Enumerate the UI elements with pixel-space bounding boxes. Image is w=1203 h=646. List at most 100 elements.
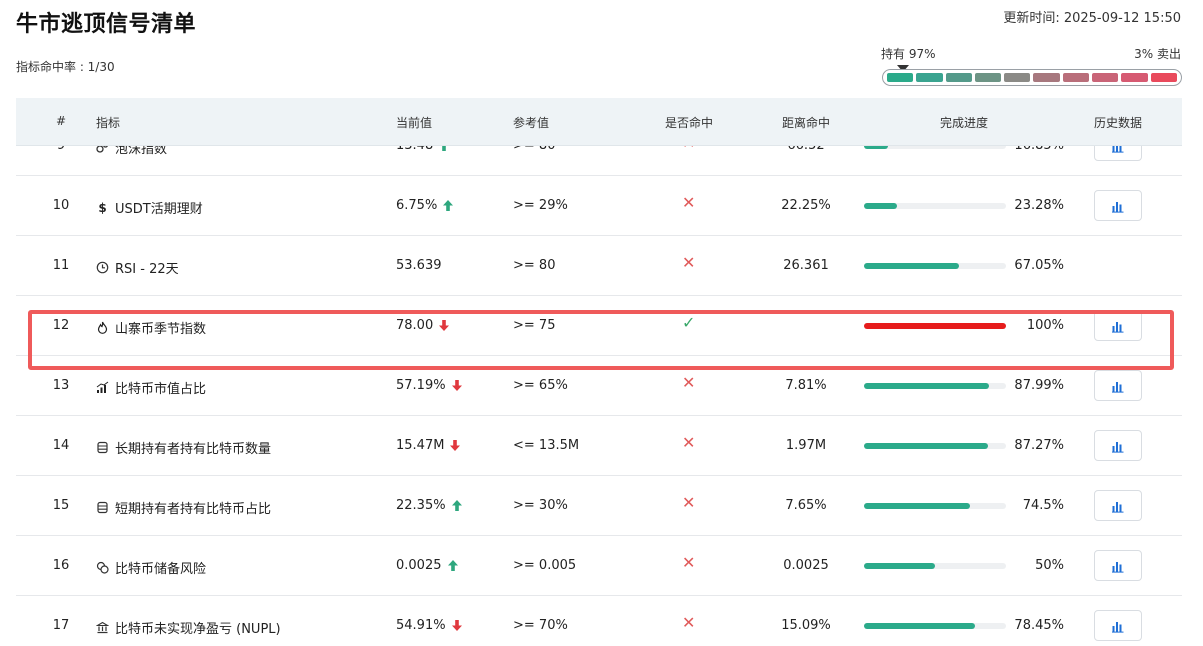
header-num: # [56, 114, 67, 128]
bank-icon [96, 621, 109, 634]
history-chart-button[interactable] [1094, 550, 1142, 581]
gauge-segment [1150, 73, 1177, 82]
history-chart-button[interactable] [1094, 490, 1142, 521]
cross-icon: ✕ [682, 433, 696, 452]
reference-value: >= 70% [513, 618, 568, 633]
progress-fill [864, 263, 960, 269]
indicator-cell: 比特币储备风险 [96, 558, 206, 577]
database-icon [96, 501, 109, 514]
cross-icon: ✕ [682, 493, 696, 512]
hit-rate: 指标命中率 : 1/30 [16, 60, 115, 74]
indicator-cell: 长期持有者持有比特币数量 [96, 438, 271, 457]
progress-percent: 87.99% [1014, 378, 1064, 393]
indicator-cell: 山寨币季节指数 [96, 318, 206, 337]
check-icon: ✓ [682, 313, 696, 332]
indicator-name: 比特币未实现净盈亏 (NUPL) [115, 622, 281, 637]
page-title: 牛市逃顶信号清单 [16, 12, 197, 37]
progress-percent: 50% [1035, 558, 1064, 573]
progress-percent: 87.27% [1014, 438, 1064, 453]
trend-up-icon [447, 560, 458, 571]
gauge-sell-label: 3% 卖出 [1134, 47, 1181, 61]
table-row: 15 短期持有者持有比特币占比 22.35% >= 30% ✕ 7.65% 74.5% [16, 476, 1182, 536]
bar-chart-icon [1111, 379, 1125, 393]
distance-to-hit: 15.09% [781, 618, 831, 633]
row-number: 12 [52, 318, 70, 333]
gauge-hold-label: 持有 97% [881, 47, 936, 61]
gauge-segment [974, 73, 1002, 82]
current-value: 54.91% [396, 618, 446, 633]
cross-icon: ✕ [682, 253, 696, 272]
header-indicator: 指标 [96, 116, 121, 130]
gauge-segment [1004, 73, 1031, 82]
indicator-name: 比特币储备风险 [115, 562, 207, 577]
progress-percent: 67.05% [1014, 258, 1064, 273]
current-value: 0.0025 [396, 558, 442, 573]
row-number: 15 [52, 498, 70, 513]
table-header: # 指标 当前值 参考值 是否命中 距离命中 完成进度 历史数据 [16, 98, 1182, 146]
fire-icon [96, 321, 109, 334]
current-value-cell: 0.0025 [396, 558, 458, 573]
gauge-labels: 持有 97% 3% 卖出 [881, 45, 1181, 61]
indicator-cell: 短期持有者持有比特币占比 [96, 498, 271, 517]
dollar-icon: $ [96, 201, 109, 214]
indicator-cell: 比特币市值占比 [96, 378, 206, 397]
distance-to-hit: 1.97M [785, 438, 827, 453]
row-number: 10 [52, 198, 70, 213]
progress-fill [864, 383, 989, 389]
table-row: 10 $ USDT活期理财 6.75% >= 29% ✕ 22.25% 23.28% [16, 176, 1182, 236]
trend-up-icon [451, 500, 462, 511]
indicator-name: RSI - 22天 [115, 262, 179, 277]
current-value: 53.639 [396, 258, 442, 273]
distance-to-hit: 26.361 [783, 258, 829, 273]
cross-icon: ✕ [682, 613, 696, 632]
indicator-cell: RSI - 22天 [96, 258, 179, 277]
history-chart-button[interactable] [1094, 370, 1142, 401]
current-value: 78.00 [396, 318, 434, 333]
header-reference: 参考值 [513, 116, 550, 130]
reference-value: >= 0.005 [513, 558, 577, 573]
bar-chart-icon [1111, 199, 1125, 213]
table-row: 12 山寨币季节指数 78.00 >= 75 ✓ 100% [16, 296, 1182, 356]
current-value-cell: 78.00 [396, 318, 450, 333]
current-value-cell: 6.75% [396, 198, 454, 213]
header-history: 历史数据 [1094, 116, 1143, 130]
svg-text:$: $ [98, 201, 106, 214]
coins-icon [96, 561, 109, 574]
gauge-segment [887, 73, 914, 82]
signal-bars-icon [96, 381, 109, 394]
header-distance: 距离命中 [782, 116, 831, 130]
bar-chart-icon [1111, 319, 1125, 333]
reference-value: >= 65% [513, 378, 568, 393]
progress-percent: 78.45% [1014, 618, 1064, 633]
current-value-cell: 53.639 [396, 258, 442, 273]
gauge-segment [1121, 73, 1148, 82]
history-chart-button[interactable] [1094, 310, 1142, 341]
progress-percent: 100% [1026, 318, 1064, 333]
gauge-segment [945, 73, 972, 82]
current-value-cell: 15.47M [396, 438, 461, 453]
history-chart-button[interactable] [1094, 190, 1142, 221]
header-hit: 是否命中 [665, 116, 714, 130]
update-time: 更新时间: 2025-09-12 15:50 [1003, 11, 1181, 26]
row-number: 14 [52, 438, 70, 453]
header-progress: 完成进度 [940, 116, 989, 130]
row-number: 11 [52, 258, 70, 273]
history-chart-button[interactable] [1094, 430, 1142, 461]
progress-fill [864, 623, 976, 629]
table-row: 16 比特币储备风险 0.0025 >= 0.005 ✕ 0.0025 50% [16, 536, 1182, 596]
progress-percent: 23.28% [1014, 198, 1064, 213]
trend-up-icon [443, 200, 454, 211]
distance-to-hit: 0.0025 [783, 558, 829, 573]
distance-to-hit: 22.25% [781, 198, 831, 213]
reference-value: <= 13.5M [513, 438, 580, 453]
table-row: 14 长期持有者持有比特币数量 15.47M <= 13.5M ✕ 1.97M 87.27% [16, 416, 1182, 476]
table-row: 11 RSI - 22天 53.639 >= 80 ✕ 26.361 67.05% [16, 236, 1182, 296]
current-value-cell: 54.91% [396, 618, 462, 633]
history-chart-button[interactable] [1094, 610, 1142, 641]
gauge-segment [916, 73, 943, 82]
bar-chart-icon [1111, 619, 1125, 633]
row-number: 16 [52, 558, 70, 573]
current-value-cell: 22.35% [396, 498, 462, 513]
indicator-cell: $ USDT活期理财 [96, 198, 202, 217]
row-number: 13 [52, 378, 70, 393]
